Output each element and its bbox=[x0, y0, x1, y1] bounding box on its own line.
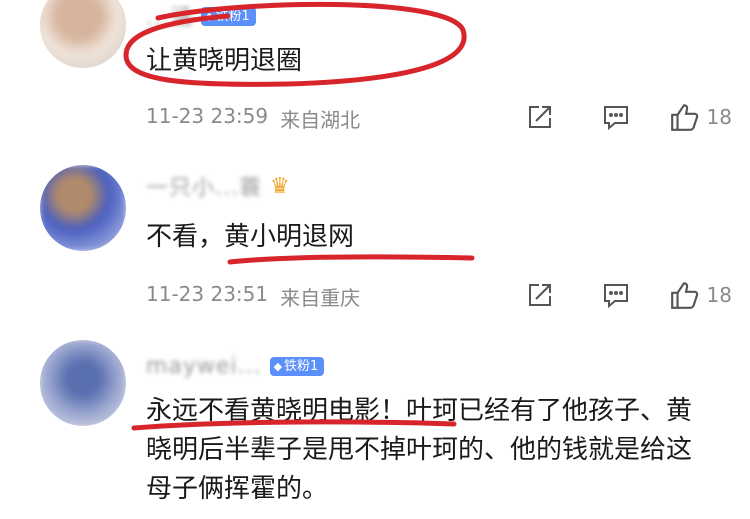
location: 来自重庆 bbox=[280, 286, 361, 310]
share-button[interactable] bbox=[517, 100, 563, 134]
fan-badge-label: 铁粉1 bbox=[284, 358, 319, 374]
comment-actions: 18 bbox=[487, 100, 732, 134]
comment-icon bbox=[603, 284, 628, 309]
avatar[interactable] bbox=[40, 340, 126, 426]
like-count: 18 bbox=[706, 283, 732, 307]
comment-button[interactable] bbox=[593, 100, 639, 134]
like-button[interactable]: 18 bbox=[669, 278, 732, 312]
comment-button[interactable] bbox=[593, 278, 639, 312]
comment-meta: 11-23 23:59 来自湖北 bbox=[146, 104, 360, 133]
like-button[interactable]: 18 bbox=[669, 100, 732, 134]
comment-text-highlight: 永远不看黄晓明电影！ bbox=[146, 396, 407, 426]
crown-icon: ♛ bbox=[269, 173, 290, 199]
timestamp: 11-23 23:51 bbox=[146, 282, 269, 306]
comment-text: 永远不看黄晓明电影！叶珂已经有了他孩子、黄晓明后半辈子是甩不掉叶珂的、他的钱就是… bbox=[146, 392, 716, 509]
like-count: 18 bbox=[706, 105, 732, 129]
comment-text-prefix: 不看， bbox=[146, 222, 225, 252]
comment-text-highlight: 黄小明退网 bbox=[224, 222, 355, 252]
username[interactable]: maywei... bbox=[146, 354, 262, 379]
fan-badge: ◆ 铁粉1 bbox=[269, 356, 325, 376]
thumbs-up-icon bbox=[670, 104, 698, 131]
diamond-icon: ◆ bbox=[273, 359, 283, 373]
share-icon bbox=[528, 284, 551, 306]
diamond-icon: ◆ bbox=[204, 9, 214, 23]
comment-meta: 11-23 23:51 来自重庆 bbox=[146, 282, 360, 311]
fan-badge: ◆ 铁粉1 bbox=[200, 6, 256, 26]
share-button[interactable] bbox=[517, 278, 563, 312]
comment-text: 不看，黄小明退网 bbox=[146, 218, 716, 256]
comment-text: 让黄晓明退圈 bbox=[146, 46, 303, 76]
fan-badge-label: 铁粉1 bbox=[215, 8, 250, 24]
comment-actions: 18 bbox=[487, 278, 732, 312]
username[interactable]: ...涵 bbox=[146, 0, 193, 32]
avatar[interactable] bbox=[40, 165, 126, 251]
thumbs-up-icon bbox=[670, 282, 698, 309]
share-icon bbox=[528, 106, 551, 128]
avatar[interactable] bbox=[40, 0, 126, 68]
username[interactable]: 一只小...蓑 bbox=[146, 170, 262, 202]
comment-icon bbox=[603, 106, 628, 131]
location: 来自湖北 bbox=[280, 108, 361, 132]
timestamp: 11-23 23:59 bbox=[146, 104, 269, 128]
